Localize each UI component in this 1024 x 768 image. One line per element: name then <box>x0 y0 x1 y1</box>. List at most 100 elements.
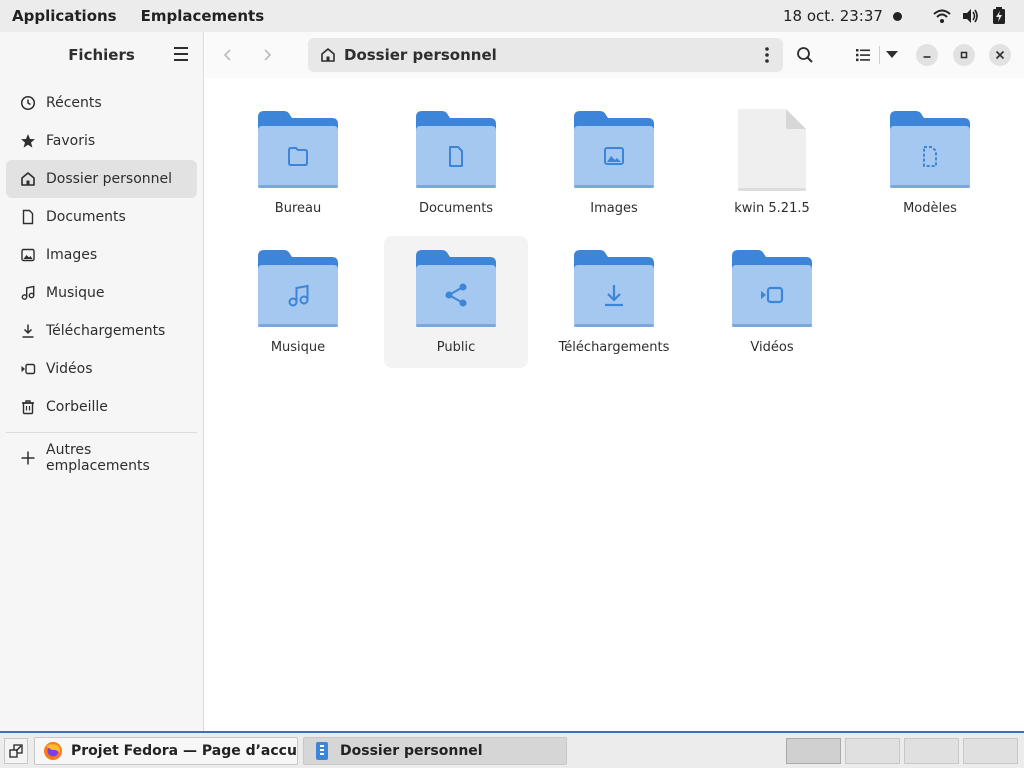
maximize-icon <box>960 51 968 59</box>
chevron-right-icon <box>264 49 272 61</box>
applications-menu[interactable]: Applications <box>0 7 129 25</box>
document-icon <box>20 209 36 225</box>
sidebar-item-images[interactable]: Images <box>6 236 197 274</box>
list-view-button[interactable] <box>852 44 874 66</box>
blank-file-icon <box>738 109 806 191</box>
sidebar-item-videos[interactable]: Vidéos <box>6 350 197 388</box>
task-firefox[interactable]: Projet Fedora — Page d’accueil … <box>34 737 298 765</box>
workspace-1[interactable] <box>786 738 841 764</box>
folder-documents-icon <box>416 111 496 188</box>
image-icon <box>20 247 36 263</box>
minimize-button[interactable] <box>916 44 938 66</box>
folder-bureau[interactable]: Bureau <box>226 97 370 229</box>
folder-videos[interactable]: Vidéos <box>700 236 844 368</box>
search-icon <box>797 47 813 63</box>
firefox-icon <box>44 742 62 760</box>
file-label: Documents <box>418 201 494 216</box>
workspace-3[interactable] <box>904 738 959 764</box>
sidebar-item-label: Favoris <box>46 133 96 149</box>
list-view-icon <box>856 49 870 62</box>
app-title: Fichiers <box>68 46 135 64</box>
file-label: kwin 5.21.5 <box>734 201 810 216</box>
chevron-down-icon <box>886 51 898 58</box>
notification-dot-icon <box>893 12 902 21</box>
sidebar-divider <box>6 432 197 433</box>
sidebar-item-downloads[interactable]: Téléchargements <box>6 312 197 350</box>
sidebar-header: Fichiers <box>0 32 203 78</box>
folder-templates-icon <box>890 111 970 188</box>
sidebar-item-starred[interactable]: Favoris <box>6 122 197 160</box>
maximize-button[interactable] <box>953 44 975 66</box>
folder-images[interactable]: Images <box>542 97 686 229</box>
home-icon <box>20 171 36 187</box>
chevron-left-icon <box>223 49 231 61</box>
sidebar-item-trash[interactable]: Corbeille <box>6 388 197 426</box>
close-button[interactable] <box>989 44 1011 66</box>
file-label: Musique <box>270 340 326 355</box>
kebab-menu-icon[interactable] <box>765 47 769 63</box>
hamburger-menu-icon[interactable] <box>172 47 190 63</box>
file-label: Modèles <box>903 201 957 216</box>
places-menu[interactable]: Emplacements <box>129 7 277 25</box>
file-label: Images <box>590 201 638 216</box>
folder-modeles[interactable]: Modèles <box>858 97 1002 229</box>
file-label: Vidéos <box>750 340 794 355</box>
restore-windows-icon <box>9 744 23 758</box>
workspace-4[interactable] <box>963 738 1018 764</box>
path-bar[interactable]: Dossier personnel <box>308 38 783 72</box>
sidebar-item-label: Documents <box>46 209 126 225</box>
sidebar-item-music[interactable]: Musique <box>6 274 197 312</box>
sidebar-item-label: Récents <box>46 95 102 111</box>
clock[interactable]: 18 oct. 23:37 <box>783 7 883 25</box>
minimize-icon <box>923 56 931 58</box>
folder-desktop-icon <box>258 111 338 188</box>
file-kwin[interactable]: kwin 5.21.5 <box>700 97 844 229</box>
music-icon <box>20 285 36 301</box>
places-list: Récents Favoris Dossier personnel Docume… <box>0 78 203 426</box>
view-divider <box>879 46 880 64</box>
sidebar-item-recent[interactable]: Récents <box>6 84 197 122</box>
battery-icon[interactable] <box>990 7 1008 25</box>
home-icon <box>321 48 335 62</box>
plus-icon <box>20 450 36 466</box>
workspace-2[interactable] <box>845 738 900 764</box>
file-label: Bureau <box>274 201 322 216</box>
download-icon <box>20 323 36 339</box>
sidebar-item-documents[interactable]: Documents <box>6 198 197 236</box>
sidebar-item-label: Vidéos <box>46 361 93 377</box>
sidebar-item-label: Corbeille <box>46 399 108 415</box>
folder-share-icon <box>416 250 496 327</box>
folder-musique[interactable]: Musique <box>226 236 370 368</box>
wifi-icon[interactable] <box>933 7 951 25</box>
sidebar-item-label: Images <box>46 247 98 263</box>
trash-icon <box>20 399 36 415</box>
folder-public[interactable]: Public <box>384 236 528 368</box>
show-desktop-button[interactable] <box>4 738 28 764</box>
sidebar-item-other-locations[interactable]: Autres emplacements <box>6 439 197 477</box>
folder-download-icon <box>574 250 654 327</box>
task-files[interactable]: Dossier personnel <box>303 737 567 765</box>
folder-telechargements[interactable]: Téléchargements <box>542 236 686 368</box>
back-button[interactable] <box>218 45 238 65</box>
taskbar: Projet Fedora — Page d’accueil … Dossier… <box>0 731 1024 768</box>
forward-button[interactable] <box>257 45 277 65</box>
sidebar-item-label: Autres emplacements <box>46 442 150 474</box>
folder-music-icon <box>258 250 338 327</box>
sidebar-item-label: Dossier personnel <box>46 171 173 187</box>
search-button[interactable] <box>794 44 816 66</box>
sidebar-item-label: Téléchargements <box>46 323 166 339</box>
sidebar-item-label: Musique <box>46 285 105 301</box>
close-icon <box>995 50 1005 60</box>
header-bar: Dossier personnel <box>205 32 1024 78</box>
volume-icon[interactable] <box>961 7 979 25</box>
sidebar-item-home[interactable]: Dossier personnel <box>6 160 197 198</box>
folder-video-icon <box>732 250 812 327</box>
top-bar: Applications Emplacements 18 oct. 23:37 <box>0 0 1024 32</box>
view-options-button[interactable] <box>881 44 903 66</box>
task-label: Projet Fedora — Page d’accueil … <box>71 743 297 759</box>
folder-documents[interactable]: Documents <box>384 97 528 229</box>
path-label: Dossier personnel <box>344 46 497 64</box>
folder-images-icon <box>574 111 654 188</box>
files-app-icon <box>316 742 328 760</box>
star-icon <box>20 133 36 149</box>
